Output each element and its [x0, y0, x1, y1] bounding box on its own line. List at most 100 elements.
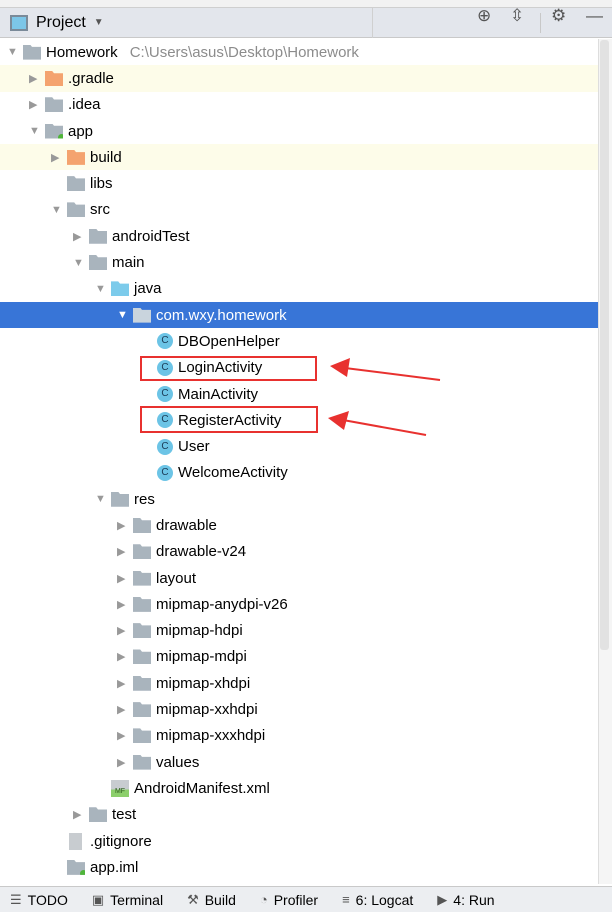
- locate-icon[interactable]: ⊕: [477, 6, 491, 26]
- gauge-icon: ◔: [259, 892, 268, 907]
- tree-item-label: res: [134, 491, 155, 508]
- collapse-arrow-icon[interactable]: ▶: [117, 519, 129, 532]
- tree-item[interactable]: ▶ layout: [0, 565, 598, 591]
- tree-item[interactable]: ▶ mipmap-hdpi: [0, 618, 598, 644]
- tree-item[interactable]: ▶ .gradle: [0, 65, 598, 92]
- class-icon: C: [157, 464, 173, 481]
- tree-item-text: MainActivity: [178, 385, 259, 403]
- tree-item[interactable]: ▶ .idea: [0, 92, 598, 118]
- tree-item[interactable]: app.iml: [0, 854, 598, 880]
- chevron-down-icon[interactable]: ▼: [94, 17, 104, 28]
- collapse-arrow-icon[interactable]: ▶: [29, 72, 41, 85]
- tree-item-text: app.iml: [90, 858, 139, 876]
- package-icon: [133, 596, 151, 612]
- collapse-arrow-icon[interactable]: ▶: [117, 598, 129, 611]
- collapse-arrow-icon[interactable]: ▶: [117, 729, 129, 742]
- manifest-icon: MF: [111, 779, 129, 797]
- tool-tab-6-logcat[interactable]: ≡ 6: Logcat: [342, 892, 413, 908]
- tree-item-label: .idea: [68, 96, 101, 113]
- tool-tab-todo[interactable]: ☰ TODO: [10, 892, 68, 908]
- gear-icon[interactable]: ⚙: [551, 6, 566, 26]
- project-tree: ▼ Homework C:\Users\asus\Desktop\Homework ▶…: [0, 39, 598, 881]
- tree-item[interactable]: C WelcomeActivity: [0, 460, 598, 486]
- tree-item[interactable]: ▶ androidTest: [0, 223, 598, 249]
- expand-arrow-icon[interactable]: ▼: [29, 125, 41, 137]
- tree-item-text: WelcomeActivity: [178, 464, 288, 482]
- annotation-box-login: [140, 356, 317, 381]
- expand-arrow-icon[interactable]: ▼: [95, 283, 107, 295]
- tree-item[interactable]: ▼ res: [0, 486, 598, 512]
- tree-item-label: java: [134, 280, 162, 297]
- expand-arrow-icon[interactable]: ▼: [51, 204, 63, 216]
- tree-item-text: DBOpenHelper: [178, 332, 280, 350]
- tree-item[interactable]: libs: [0, 170, 598, 196]
- tree-item[interactable]: MF AndroidManifest.xml: [0, 775, 598, 801]
- expand-arrow-icon[interactable]: ▼: [117, 309, 129, 321]
- collapse-all-icon[interactable]: ⇳: [510, 6, 524, 26]
- tree-item[interactable]: ▶ mipmap-xxxhdpi: [0, 723, 598, 749]
- tree-item[interactable]: ▼ java: [0, 276, 598, 302]
- tree-item[interactable]: .gitignore: [0, 828, 598, 854]
- tree-item[interactable]: ▶ mipmap-xxhdpi: [0, 696, 598, 722]
- collapse-arrow-icon[interactable]: ▶: [117, 650, 129, 663]
- tree-item-label: mipmap-xxxhdpi: [156, 727, 265, 744]
- tool-tab-build[interactable]: ⚒ Build: [187, 892, 236, 908]
- scrollbar-thumb[interactable]: [600, 40, 609, 650]
- tree-item-text: .gradle: [68, 69, 114, 87]
- tree-item-text: libs: [90, 175, 113, 193]
- collapse-arrow-icon[interactable]: ▶: [73, 230, 85, 243]
- tree-item[interactable]: ▼ main: [0, 249, 598, 275]
- minimize-icon[interactable]: —: [586, 6, 603, 26]
- expand-arrow-icon[interactable]: ▼: [73, 257, 85, 269]
- tool-window-bar: ☰ TODO ▣ Terminal ⚒ Build ◔ Profiler ≡ 6: Logcat ▶…: [0, 886, 612, 912]
- tree-item[interactable]: ▶ drawable-v24: [0, 539, 598, 565]
- tree-item-text: AndroidManifest.xml: [134, 779, 270, 797]
- tool-tab-4-run[interactable]: ▶ 4: Run: [437, 892, 494, 908]
- tree-item-label: test: [112, 806, 136, 823]
- tree-item-text: layout: [156, 569, 197, 587]
- tree-item-text: values: [156, 753, 200, 771]
- collapse-arrow-icon[interactable]: ▶: [117, 624, 129, 637]
- tool-tab-terminal[interactable]: ▣ Terminal: [92, 892, 163, 908]
- expand-arrow-icon[interactable]: ▼: [7, 46, 19, 58]
- tool-tab-profiler[interactable]: ◔ Profiler: [260, 892, 318, 908]
- tree-item-text: src: [90, 201, 110, 219]
- hammer-icon: ⚒: [187, 891, 199, 907]
- collapse-arrow-icon[interactable]: ▶: [29, 98, 41, 111]
- collapse-arrow-icon[interactable]: ▶: [117, 703, 129, 716]
- tree-item[interactable]: ▼ src: [0, 197, 598, 223]
- collapse-arrow-icon[interactable]: ▶: [117, 756, 129, 769]
- tree-item-label: mipmap-xhdpi: [156, 675, 250, 692]
- expand-arrow-icon[interactable]: ▼: [95, 493, 107, 505]
- tree-item-label: Homework C:\Users\asus\Desktop\Homework: [46, 44, 359, 61]
- collapse-arrow-icon[interactable]: ▶: [117, 677, 129, 690]
- tree-item-label: mipmap-anydpi-v26: [156, 596, 288, 613]
- collapse-arrow-icon[interactable]: ▶: [51, 151, 63, 164]
- tree-item[interactable]: C User: [0, 433, 598, 459]
- package-icon: [133, 307, 151, 323]
- tool-tab-label: Terminal: [110, 891, 164, 908]
- tree-item-text: res: [134, 490, 155, 508]
- class-icon: C: [157, 386, 173, 402]
- tree-item-text: drawable-v24: [156, 543, 247, 561]
- tree-item[interactable]: ▶ mipmap-mdpi: [0, 644, 598, 670]
- tree-item[interactable]: C DBOpenHelper: [0, 328, 598, 354]
- tree-item[interactable]: ▶ drawable: [0, 512, 598, 538]
- collapse-arrow-icon[interactable]: ▶: [117, 572, 129, 585]
- tree-item[interactable]: ▶ build: [0, 144, 598, 171]
- collapse-arrow-icon[interactable]: ▶: [117, 545, 129, 558]
- tree-item[interactable]: ▶ mipmap-anydpi-v26: [0, 591, 598, 617]
- tree-item-label: libs: [90, 175, 113, 192]
- tree-item[interactable]: ▶ mipmap-xhdpi: [0, 670, 598, 696]
- collapse-arrow-icon[interactable]: ▶: [73, 808, 85, 821]
- tree-item-label: mipmap-mdpi: [156, 648, 247, 665]
- project-view-selector[interactable]: Project: [36, 14, 86, 32]
- tree-item[interactable]: ▶ values: [0, 749, 598, 775]
- tree-item[interactable]: ▼ com.wxy.homework: [0, 301, 598, 329]
- package-icon: [133, 623, 151, 639]
- tree-item-text: androidTest: [112, 227, 190, 245]
- tree-item[interactable]: ▶ test: [0, 802, 598, 828]
- tree-item[interactable]: ▼ Homework C:\Users\asus\Desktop\Homework: [0, 39, 598, 65]
- tree-item[interactable]: C MainActivity: [0, 381, 598, 407]
- tree-item[interactable]: ▼ app: [0, 118, 598, 144]
